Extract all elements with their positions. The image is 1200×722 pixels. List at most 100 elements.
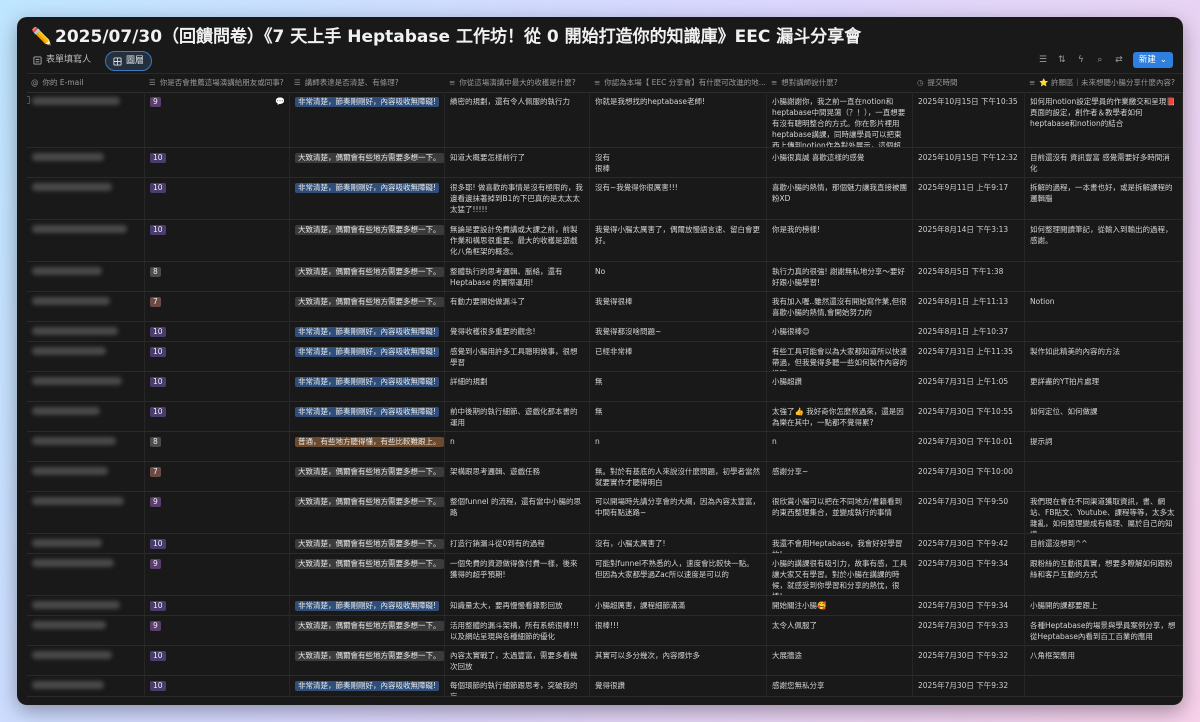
column-header-email[interactable]: @ 你的 E-mail: [27, 74, 145, 92]
cell-gain[interactable]: 打造行銷漏斗從0到有的過程: [445, 534, 590, 553]
cell-thanks[interactable]: 小腸很真誠 喜歡這樣的感覺: [767, 148, 913, 177]
view-tab-grid[interactable]: 圖層: [105, 51, 153, 71]
cell-improve[interactable]: 可以開場時先講分享會的大綱，因為內容太豐富，中間有點迷路~: [590, 492, 767, 533]
cell-clarity[interactable]: 非常清楚，節奏剛剛好，內容吸收無障礙!: [290, 676, 445, 696]
cell-clarity[interactable]: 大致清楚，偶爾會有些地方需要多想一下。: [290, 492, 445, 533]
cell-email[interactable]: [27, 220, 145, 261]
cell-gain[interactable]: 活用整體的漏斗架構，所有系統很棒!!! 以及網站呈現與各種細節的優化: [445, 616, 590, 645]
cell-thanks[interactable]: 我還不會用Heptabase，我會好好學習的!: [767, 534, 913, 553]
cell-rec[interactable]: 9 💬: [145, 92, 290, 147]
cell-time[interactable]: 2025年7月30日 下午9:32: [913, 676, 1025, 696]
cell-email[interactable]: [27, 262, 145, 291]
table-row[interactable]: 10 大致清楚，偶爾會有些地方需要多想一下。 知道大概要怎樣前行了 沒有 很棒 小腸很真…: [27, 148, 1183, 178]
cell-improve[interactable]: 我覺得都沒啥問題~: [590, 322, 767, 341]
cell-clarity[interactable]: 大致清楚，偶爾會有些地方需要多想一下。: [290, 462, 445, 491]
cell-improve[interactable]: 無: [590, 402, 767, 431]
cell-wish[interactable]: [1025, 262, 1183, 291]
cell-gain[interactable]: 知道大概要怎樣前行了: [445, 148, 590, 177]
cell-thanks[interactable]: 小腸很棒😊: [767, 322, 913, 341]
cell-improve[interactable]: 小腸超厲害，課程細節滿滿: [590, 596, 767, 615]
cell-time[interactable]: 2025年8月1日 上午10:37: [913, 322, 1025, 341]
view-tab-form[interactable]: 表單填寫人: [33, 51, 91, 69]
cell-email[interactable]: [27, 432, 145, 461]
cell-thanks[interactable]: 我有加入喔..雖然還沒有開始寫作業,但很喜歡小腸的熱情,會開始努力的: [767, 292, 913, 321]
row-checkbox[interactable]: [27, 96, 30, 104]
cell-time[interactable]: 2025年7月31日 上午1:05: [913, 372, 1025, 401]
cell-improve[interactable]: 很棒!!!: [590, 616, 767, 645]
cell-email[interactable]: [27, 492, 145, 533]
table-row[interactable]: 8 大致清楚，偶爾會有些地方需要多想一下。 整體執行的思考邏輯、脈絡，還有Hepta…: [27, 262, 1183, 292]
cell-wish[interactable]: [1025, 676, 1183, 696]
cell-email[interactable]: [27, 342, 145, 371]
table-row[interactable]: 10 非常清楚，節奏剛剛好，內容吸收無障礙! 知識量太大，要再慢慢看錄影回放 小腸超厲…: [27, 596, 1183, 616]
cell-gain[interactable]: 覺得收穫很多重要的觀念!: [445, 322, 590, 341]
table-row[interactable]: 10 非常清楚，節奏剛剛好，內容吸收無障礙! 前中後期的執行細節、遊戲化那本書的運用…: [27, 402, 1183, 432]
sort-icon[interactable]: ⇅: [1057, 55, 1067, 65]
cell-time[interactable]: 2025年7月30日 下午9:34: [913, 596, 1025, 615]
cell-thanks[interactable]: 開始關注小腸🥰: [767, 596, 913, 615]
cell-improve[interactable]: 沒有~我覺得你很厲害!!!: [590, 178, 767, 219]
cell-gain[interactable]: 整個funnel 的流程，還有當中小腸的思路: [445, 492, 590, 533]
cell-gain[interactable]: 前中後期的執行細節、遊戲化那本書的運用: [445, 402, 590, 431]
cell-clarity[interactable]: 普通，有些地方聽得懂，有些比較難跟上。: [290, 432, 445, 461]
cell-wish[interactable]: 我們現在會在不同渠道獲取資訊，書、網站、FB貼文、Youtube、課程等等，太多…: [1025, 492, 1183, 533]
cell-rec[interactable]: 7: [145, 462, 290, 491]
cell-clarity[interactable]: 非常清楚，節奏剛剛好，內容吸收無障礙!: [290, 322, 445, 341]
table-row[interactable]: 7 大致清楚，偶爾會有些地方需要多想一下。 架構跟思考邏輯、遊戲任務 無。對於有基底的…: [27, 462, 1183, 492]
cell-improve[interactable]: 可能對funnel不熟悉的人，速度會比較快一點。但因為大家都學過Zac所以速度是…: [590, 554, 767, 595]
cell-clarity[interactable]: 非常清楚，節奏剛剛好，內容吸收無障礙!: [290, 596, 445, 615]
table-row[interactable]: 9 大致清楚，偶爾會有些地方需要多想一下。 活用整體的漏斗架構，所有系統很棒!!! …: [27, 616, 1183, 646]
cell-wish[interactable]: 小腸開的課都要跟上: [1025, 596, 1183, 615]
cell-thanks[interactable]: 小腸超讚: [767, 372, 913, 401]
cell-clarity[interactable]: 大致清楚，偶爾會有些地方需要多想一下。: [290, 646, 445, 675]
column-header-time[interactable]: ◷ 提交時間: [913, 74, 1025, 92]
cell-improve[interactable]: 沒有，小腸太厲害了!: [590, 534, 767, 553]
cell-email[interactable]: [27, 92, 145, 147]
cell-time[interactable]: 2025年7月31日 上午11:35: [913, 342, 1025, 371]
cell-wish[interactable]: [1025, 322, 1183, 341]
cell-improve[interactable]: No: [590, 262, 767, 291]
table-row[interactable]: 7 大致清楚，偶爾會有些地方需要多想一下。 有動力要開始做漏斗了 我覺得很棒 我有加入喔…: [27, 292, 1183, 322]
cell-time[interactable]: 2025年8月14日 下午3:13: [913, 220, 1025, 261]
cell-thanks[interactable]: 你是我的榜樣!: [767, 220, 913, 261]
column-header-clarity[interactable]: ☰ 講師表達是否清楚、有條理?: [290, 74, 445, 92]
cell-clarity[interactable]: 大致清楚，偶爾會有些地方需要多想一下。: [290, 534, 445, 553]
cell-gain[interactable]: 有動力要開始做漏斗了: [445, 292, 590, 321]
cell-rec[interactable]: 7: [145, 292, 290, 321]
cell-thanks[interactable]: 小腸謝謝你，我之前一直在notion和heptabase中間晃蕩（？！），一直想…: [767, 92, 913, 147]
table-row[interactable]: 9 💬 非常清楚，節奏剛剛好，內容吸收無障礙! 績密的規劃，還有令人佩服的執行力 你就是…: [27, 92, 1183, 148]
cell-improve[interactable]: 我覺得很棒: [590, 292, 767, 321]
cell-time[interactable]: 2025年7月30日 下午9:34: [913, 554, 1025, 595]
cell-clarity[interactable]: 非常清楚，節奏剛剛好，內容吸收無障礙!: [290, 402, 445, 431]
table-row[interactable]: 10 非常清楚，節奏剛剛好，內容吸收無障礙! 每個環節的執行細節跟思考，突破我的盲 覺…: [27, 676, 1183, 697]
cell-clarity[interactable]: 大致清楚，偶爾會有些地方需要多想一下。: [290, 220, 445, 261]
cell-wish[interactable]: 如何定位、如何做課: [1025, 402, 1183, 431]
cell-thanks[interactable]: 有些工具可能會以為大家都知道所以快速帶過，但我覺得多聽一些如何製作內容的過程: [767, 342, 913, 371]
cell-improve[interactable]: 無: [590, 372, 767, 401]
table-row[interactable]: 10 非常清楚，節奏剛剛好，內容吸收無障礙! 很多耶! 做喜歡的事情是沒有極限的，我…: [27, 178, 1183, 220]
new-button[interactable]: 新建 ⌄: [1132, 52, 1173, 68]
cell-email[interactable]: [27, 322, 145, 341]
cell-time[interactable]: 2025年7月30日 下午10:55: [913, 402, 1025, 431]
cell-wish[interactable]: [1025, 462, 1183, 491]
cell-improve[interactable]: 你就是我想找的heptabase老師!: [590, 92, 767, 147]
cell-clarity[interactable]: 非常清楚，節奏剛剛好，內容吸收無障礙!: [290, 342, 445, 371]
table-row[interactable]: 10 非常清楚，節奏剛剛好，內容吸收無障礙! 覺得收穫很多重要的觀念! 我覺得都沒啥問…: [27, 322, 1183, 342]
cell-wish[interactable]: 跟粉絲的互動很真實，想要多瞭解如何跟粉絲和客戶互動的方式: [1025, 554, 1183, 595]
column-header-rec[interactable]: ☰ 你是否會推薦這場演講給朋友或同事?: [145, 74, 290, 92]
cell-rec[interactable]: 10: [145, 676, 290, 696]
cell-time[interactable]: 2025年8月5日 下午1:38: [913, 262, 1025, 291]
cell-wish[interactable]: 如何用notion設定學員的作業繳交和呈現📕頁面的設定，創作者＆教學者如何hep…: [1025, 92, 1183, 147]
cell-time[interactable]: 2025年8月1日 上午11:13: [913, 292, 1025, 321]
column-header-improve[interactable]: ≡ 你認為本場【 EEC 分享會】有什麼可改進的地...: [590, 74, 767, 92]
cell-thanks[interactable]: 喜歡小腸的熱情，那個魅力讓我直接被團粉XD: [767, 178, 913, 219]
cell-clarity[interactable]: 非常清楚，節奏剛剛好，內容吸收無障礙!: [290, 178, 445, 219]
cell-thanks[interactable]: 執行力真的很強! 謝謝無私地分享～要好好跟小腸學習!: [767, 262, 913, 291]
cell-thanks[interactable]: 太強了👍 我好奇你怎麼熬過來，還是因為樂在其中，一點都不覺得累?: [767, 402, 913, 431]
cell-time[interactable]: 2025年7月30日 下午9:50: [913, 492, 1025, 533]
cell-gain[interactable]: 內容太實戰了，太過豐富，需要多看幾次回放: [445, 646, 590, 675]
cell-rec[interactable]: 8: [145, 432, 290, 461]
cell-rec[interactable]: 9: [145, 554, 290, 595]
cell-email[interactable]: [27, 554, 145, 595]
column-header-gain[interactable]: ≡ 你從這場演講中最大的收穫是什麼?: [445, 74, 590, 92]
